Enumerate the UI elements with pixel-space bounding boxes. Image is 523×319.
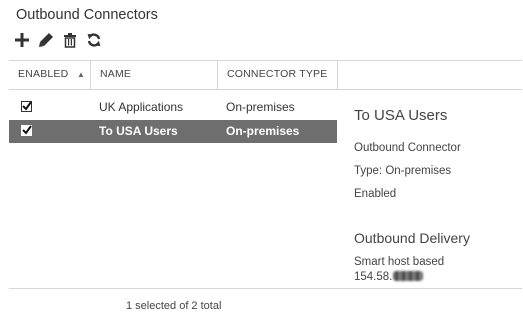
column-divider [217,60,218,89]
table-row-selected[interactable]: To USA Users On-premises [9,120,337,143]
table-header: ENABLED ▲ NAME CONNECTOR TYPE [9,60,522,89]
connector-type: On-premises [226,100,295,114]
checkmark-icon [22,125,32,135]
outbound-delivery-heading: Outbound Delivery [354,230,470,246]
delete-button[interactable] [58,30,82,50]
pencil-icon [39,33,53,47]
column-header-enabled[interactable]: ENABLED [18,60,68,89]
page-title: Outbound Connectors [16,7,158,23]
connector-name: To USA Users [99,124,178,138]
connector-type: On-premises [226,124,300,138]
smart-host-ip-prefix: 154.58. [354,271,393,283]
sort-ascending-icon: ▲ [77,70,85,79]
delivery-mode: Smart host based [354,256,445,268]
details-title: To USA Users [354,107,448,124]
column-header-name[interactable]: NAME [100,60,131,89]
details-connector-kind: Outbound Connector [354,142,461,154]
trash-icon [64,33,76,48]
refresh-button[interactable] [82,30,106,50]
toolbar [10,30,106,50]
plus-icon [15,33,29,47]
enabled-checkbox[interactable] [21,101,32,112]
checkmark-icon [22,101,32,111]
column-divider [337,60,338,89]
connector-name: UK Applications [99,100,184,114]
smart-host-address: 154.58. [354,271,424,283]
add-button[interactable] [10,30,34,50]
redacted-ip-mask [393,271,424,281]
details-status: Enabled [354,188,397,200]
refresh-icon [87,33,101,47]
header-bottom-divider [9,89,522,90]
column-header-connector-type[interactable]: CONNECTOR TYPE [227,60,327,89]
column-divider [90,60,91,89]
enabled-checkbox[interactable] [21,125,32,136]
footer-divider [9,288,522,289]
table-row[interactable]: UK Applications On-premises [9,96,337,119]
selection-status: 1 selected of 2 total [126,300,222,312]
details-type: Type: On-premises [354,165,452,177]
edit-button[interactable] [34,30,58,50]
